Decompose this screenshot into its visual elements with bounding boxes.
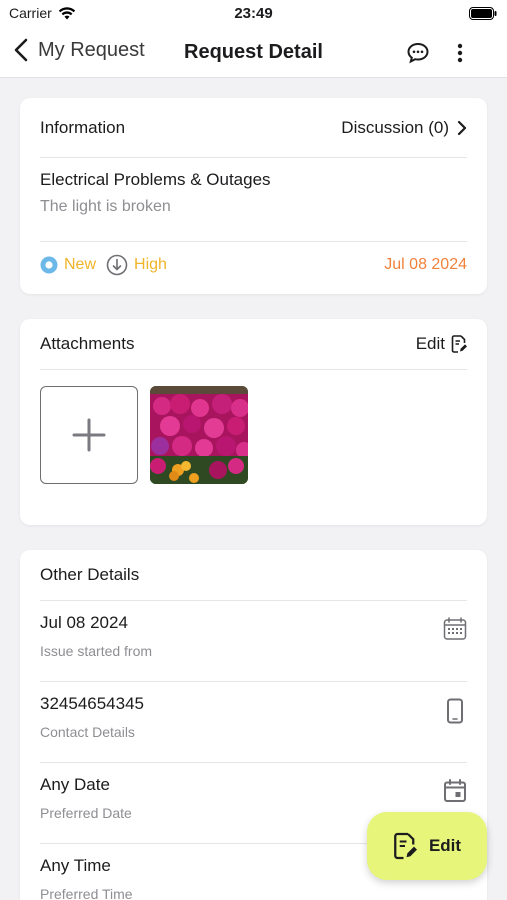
information-card: Information Discussion (0) Electrical Pr… bbox=[20, 98, 487, 294]
edit-fab-label: Edit bbox=[428, 836, 462, 855]
priority-label: High bbox=[134, 255, 167, 273]
edit-attachments-button[interactable]: Edit bbox=[416, 334, 467, 354]
preferred-date-value: Any Date bbox=[40, 775, 110, 794]
calendar-grid-icon bbox=[443, 617, 467, 640]
add-attachment-button[interactable] bbox=[40, 386, 138, 484]
divider bbox=[40, 157, 467, 158]
flower-photo bbox=[150, 386, 248, 484]
preferred-time-label: Preferred Time bbox=[40, 886, 133, 900]
calendar-event-icon bbox=[444, 779, 466, 802]
arrow-down-circle-icon bbox=[106, 254, 128, 275]
attachment-thumbnail[interactable] bbox=[150, 386, 248, 484]
detail-row-issue-started[interactable]: Jul 08 2024 Issue started from bbox=[40, 601, 467, 681]
back-label: My Request bbox=[38, 38, 145, 61]
request-description: The light is broken bbox=[40, 198, 171, 215]
contact-value: 32454654345 bbox=[40, 694, 145, 713]
issue-started-label: Issue started from bbox=[40, 643, 153, 659]
chat-icon[interactable] bbox=[406, 42, 430, 64]
edit-fab-button[interactable]: Edit bbox=[367, 812, 487, 880]
preferred-time-value: Any Time bbox=[40, 856, 111, 875]
issue-started-value: Jul 08 2024 bbox=[40, 613, 128, 632]
discussion-label: Discussion (0) bbox=[341, 117, 449, 137]
battery-icon bbox=[469, 7, 497, 20]
attachments-card: Attachments Edit bbox=[20, 319, 487, 525]
edit-document-icon bbox=[451, 335, 467, 353]
priority-badge: High bbox=[106, 254, 167, 276]
edit-document-icon bbox=[394, 832, 417, 860]
page-title: Request Detail bbox=[184, 41, 323, 63]
preferred-date-label: Preferred Date bbox=[40, 805, 132, 821]
chevron-left-icon bbox=[14, 38, 28, 62]
edit-attachments-label: Edit bbox=[415, 334, 445, 353]
attachments-heading: Attachments bbox=[40, 334, 135, 353]
status-bar: Carrier 23:49 bbox=[0, 0, 507, 28]
clock: 23:49 bbox=[234, 5, 273, 22]
other-details-heading: Other Details bbox=[40, 565, 140, 584]
request-date: Jul 08 2024 bbox=[384, 255, 467, 273]
more-vertical-icon[interactable] bbox=[452, 42, 468, 64]
back-button[interactable]: My Request bbox=[14, 38, 145, 62]
request-title: Electrical Problems & Outages bbox=[40, 170, 271, 189]
status-badge: New bbox=[40, 256, 96, 274]
divider bbox=[40, 369, 467, 370]
detail-row-contact[interactable]: 32454654345 Contact Details bbox=[40, 682, 467, 762]
discussion-link[interactable]: Discussion (0) bbox=[341, 118, 467, 138]
phone-icon bbox=[447, 698, 463, 724]
status-label: New bbox=[64, 255, 97, 273]
contact-label: Contact Details bbox=[40, 724, 135, 740]
status-dot-icon bbox=[40, 256, 58, 273]
chevron-right-icon bbox=[457, 120, 467, 135]
nav-bar: My Request Request Detail bbox=[0, 28, 507, 78]
plus-icon bbox=[72, 418, 106, 452]
information-heading: Information bbox=[40, 117, 126, 137]
